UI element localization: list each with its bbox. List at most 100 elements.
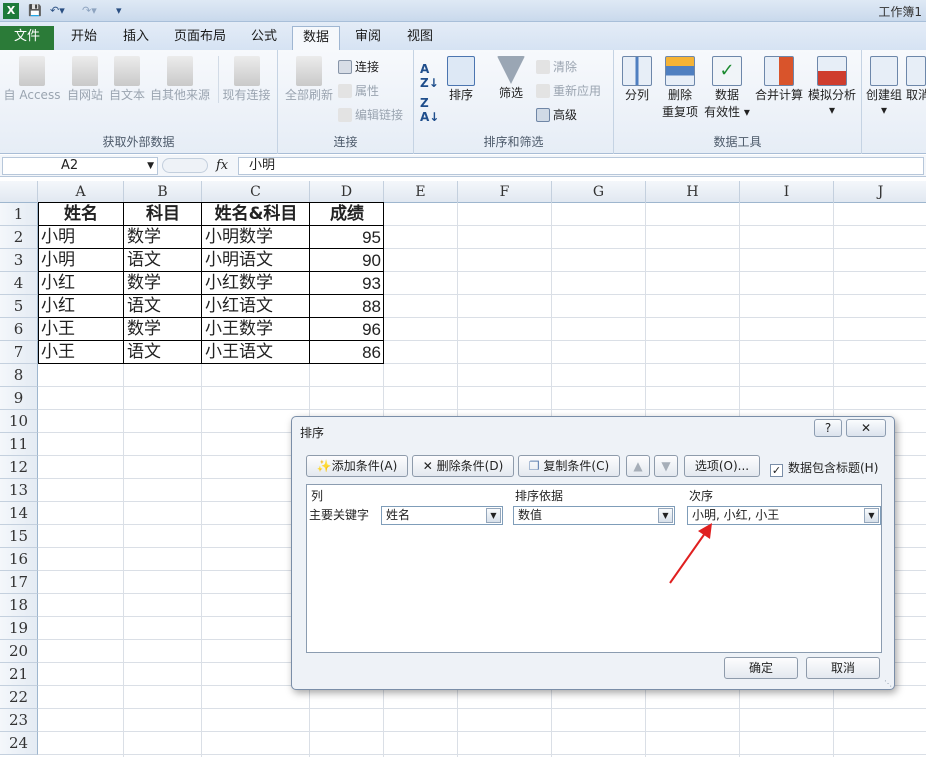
tab-file[interactable]: 文件 [0,26,54,50]
resize-grip-icon[interactable]: ⋱ [884,679,892,688]
table-cell[interactable]: 小红 [38,295,124,318]
row-header-21[interactable]: 21 [0,663,38,686]
existing-connections-button[interactable]: 现有连接 [218,56,274,103]
table-cell[interactable]: 93 [310,272,384,295]
sort-button[interactable]: 排序 [444,56,478,103]
column-header-d[interactable]: D [310,181,384,203]
table-cell[interactable]: 86 [310,341,384,364]
table-cell[interactable]: 小红 [38,272,124,295]
row-header-13[interactable]: 13 [0,479,38,502]
what-if-analysis-button[interactable]: 模拟分析 ▾ [804,56,860,117]
table-cell[interactable]: 小明语文 [202,249,310,272]
table-cell[interactable]: 小明数学 [202,226,310,249]
from-access-button[interactable]: 自 Access [2,56,62,103]
undo-icon[interactable]: ↶▾ [50,3,65,19]
formula-bar-splitter[interactable] [162,158,208,173]
move-down-button[interactable]: ▼ [654,455,678,477]
from-other-sources-button[interactable]: 自其他来源 [148,56,212,103]
row-header-24[interactable]: 24 [0,732,38,755]
column-header-c[interactable]: C [202,181,310,203]
chevron-down-icon[interactable]: ▼ [486,508,501,523]
header-cell[interactable]: 姓名&科目 [202,203,310,226]
table-cell[interactable]: 语文 [124,295,202,318]
connections-button[interactable]: 连接 [338,58,379,75]
ok-button[interactable]: 确定 [724,657,798,679]
row-header-11[interactable]: 11 [0,433,38,456]
save-icon[interactable]: 💾 [28,3,42,19]
row-header-5[interactable]: 5 [0,295,38,318]
filter-button[interactable]: 筛选 [494,56,528,101]
table-cell[interactable]: 小王语文 [202,341,310,364]
delete-level-button[interactable]: ✕ 删除条件(D) [412,455,514,477]
column-select[interactable]: 姓名 ▼ [381,506,503,525]
options-button[interactable]: 选项(O)... [684,455,760,477]
select-all-corner[interactable] [0,181,38,203]
clear-button[interactable]: 清除 [536,58,577,75]
row-header-19[interactable]: 19 [0,617,38,640]
chevron-down-icon[interactable]: ▼ [864,508,879,523]
group-button[interactable]: 创建组 ▾ [864,56,904,117]
name-box[interactable]: A2 ▼ [2,157,158,175]
properties-button[interactable]: 属性 [338,82,379,99]
redo-icon[interactable]: ↷▾ [82,3,97,19]
table-cell[interactable]: 小明 [38,226,124,249]
tab-view[interactable]: 视图 [396,26,444,50]
tab-home[interactable]: 开始 [60,26,108,50]
row-header-3[interactable]: 3 [0,249,38,272]
table-cell[interactable]: 96 [310,318,384,341]
advanced-filter-button[interactable]: 高级 [536,106,577,123]
chevron-down-icon[interactable]: ▼ [147,158,154,174]
ungroup-button[interactable]: 取消 [906,56,926,103]
row-header-1[interactable]: 1 [0,203,38,226]
sort-desc-icon[interactable]: Z A↓ [420,96,439,124]
table-cell[interactable]: 数学 [124,226,202,249]
row-header-10[interactable]: 10 [0,410,38,433]
row-header-2[interactable]: 2 [0,226,38,249]
table-cell[interactable]: 小王 [38,318,124,341]
table-cell[interactable]: 90 [310,249,384,272]
row-header-18[interactable]: 18 [0,594,38,617]
data-validation-button[interactable]: ✓ 数据 有效性 ▾ [704,56,750,120]
table-cell[interactable]: 小红数学 [202,272,310,295]
table-cell[interactable]: 小明 [38,249,124,272]
row-header-8[interactable]: 8 [0,364,38,387]
header-cell[interactable]: 姓名 [38,203,124,226]
function-icon[interactable]: fx [216,158,228,173]
table-cell[interactable]: 小王 [38,341,124,364]
table-cell[interactable]: 语文 [124,341,202,364]
refresh-all-button[interactable]: 全部刷新 [282,56,336,103]
header-checkbox[interactable]: ✓ 数据包含标题(H) [770,459,878,477]
consolidate-button[interactable]: 合并计算 [752,56,806,103]
header-cell[interactable]: 科目 [124,203,202,226]
row-header-6[interactable]: 6 [0,318,38,341]
row-header-23[interactable]: 23 [0,709,38,732]
row-header-14[interactable]: 14 [0,502,38,525]
table-cell[interactable]: 数学 [124,272,202,295]
from-text-button[interactable]: 自文本 [106,56,148,103]
close-button[interactable]: ✕ [846,419,886,437]
cancel-button[interactable]: 取消 [806,657,880,679]
row-header-15[interactable]: 15 [0,525,38,548]
column-header-e[interactable]: E [384,181,458,203]
table-cell[interactable]: 小王数学 [202,318,310,341]
row-header-7[interactable]: 7 [0,341,38,364]
table-cell[interactable]: 小红语文 [202,295,310,318]
column-header-j[interactable]: J [834,181,926,203]
copy-level-button[interactable]: ❐ 复制条件(C) [518,455,620,477]
table-cell[interactable]: 95 [310,226,384,249]
tab-formulas[interactable]: 公式 [240,26,288,50]
move-up-button[interactable]: ▲ [626,455,650,477]
tab-page-layout[interactable]: 页面布局 [166,26,234,50]
column-header-f[interactable]: F [458,181,552,203]
column-header-b[interactable]: B [124,181,202,203]
remove-duplicates-button[interactable]: 删除 重复项 [658,56,702,120]
excel-logo-icon[interactable]: X [3,3,19,19]
tab-data[interactable]: 数据 [292,26,340,50]
row-header-4[interactable]: 4 [0,272,38,295]
table-cell[interactable]: 语文 [124,249,202,272]
row-header-12[interactable]: 12 [0,456,38,479]
sort-on-select[interactable]: 数值 ▼ [513,506,675,525]
row-header-17[interactable]: 17 [0,571,38,594]
reapply-button[interactable]: 重新应用 [536,82,601,99]
formula-input[interactable]: 小明 [238,157,924,175]
